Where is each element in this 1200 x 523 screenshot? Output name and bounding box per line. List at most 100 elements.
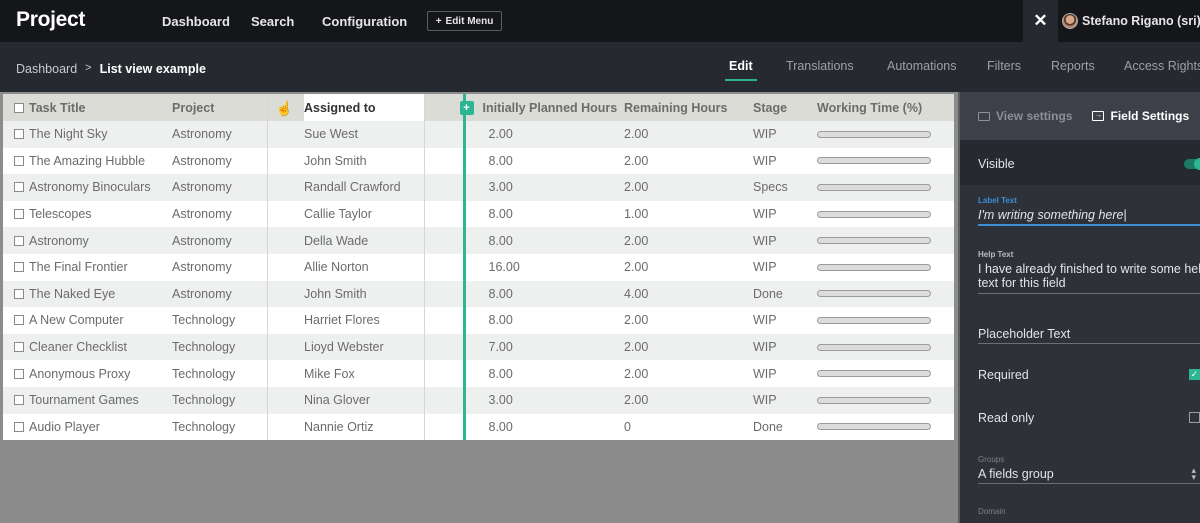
cell-task-title[interactable]: The Amazing Hubble (3, 147, 172, 175)
row-checkbox[interactable] (14, 288, 24, 299)
column-header-assigned-to[interactable]: Assigned to (304, 94, 424, 121)
breadcrumb-dashboard[interactable]: Dashboard (16, 62, 77, 76)
read-only-checkbox[interactable] (1189, 412, 1200, 423)
row-checkbox[interactable] (14, 421, 24, 432)
cell-planned-hours[interactable]: 7.00 (462, 333, 624, 361)
cell-project[interactable]: Technology (172, 333, 267, 361)
cell-project[interactable]: Technology (172, 360, 267, 387)
cell-remaining-hours[interactable]: 4.00 (624, 280, 753, 308)
row-checkbox[interactable] (14, 368, 24, 379)
cell-remaining-hours[interactable]: 2.00 (624, 307, 753, 334)
cell-stage[interactable]: WIP (753, 147, 817, 175)
cell-task-title[interactable]: Cleaner Checklist (3, 333, 172, 361)
nav-configuration-label[interactable]: Configuration (322, 14, 407, 29)
required-checkbox[interactable]: ✓ (1189, 369, 1200, 380)
cell-assigned-to[interactable]: Allie Norton (304, 253, 424, 281)
table-row[interactable]: Audio Player Technology Nannie Ortiz 8.00 0 D… (3, 413, 954, 441)
table-row[interactable]: Astronomy Binoculars Astronomy Randall Cra… (3, 174, 954, 201)
edit-menu-button[interactable]: + Edit Menu (427, 11, 502, 31)
table-row[interactable]: The Amazing Hubble Astronomy John Smith 8.0… (3, 147, 954, 175)
cell-stage[interactable]: WIP (753, 360, 817, 387)
cell-task-title[interactable]: Telescopes (3, 200, 172, 228)
cell-stage[interactable]: WIP (753, 200, 817, 228)
row-checkbox[interactable] (14, 395, 24, 406)
tab-field-settings[interactable]: → Field Settings (1092, 109, 1189, 123)
select-all-checkbox[interactable] (14, 102, 24, 113)
cell-task-title[interactable]: Anonymous Proxy (3, 360, 172, 387)
cell-task-title[interactable]: The Night Sky (3, 121, 172, 148)
cell-assigned-to[interactable]: Nannie Ortiz (304, 413, 424, 441)
help-text-field[interactable]: Help Text I have already finished to wri… (978, 250, 1200, 294)
tab-reports[interactable]: Reports (1051, 59, 1095, 73)
table-row[interactable]: Telescopes Astronomy Callie Taylor 8.00 1.00… (3, 200, 954, 228)
cell-remaining-hours[interactable]: 2.00 (624, 360, 753, 387)
row-checkbox[interactable] (14, 262, 24, 273)
cell-assigned-to[interactable]: Mike Fox (304, 360, 424, 387)
nav-search[interactable]: Search (251, 0, 294, 42)
placeholder-text-field[interactable]: Placeholder Text (978, 324, 1200, 344)
cell-project[interactable]: Astronomy (172, 280, 267, 308)
cell-stage[interactable]: Done (753, 280, 817, 308)
label-text-input[interactable]: I'm writing something here| (978, 208, 1200, 226)
column-header-project[interactable]: Project (172, 94, 267, 121)
column-header-planned-hours[interactable]: + Initially Planned Hours (459, 94, 624, 121)
cell-stage[interactable]: WIP (753, 253, 817, 281)
tab-translations[interactable]: Translations (786, 59, 854, 73)
tab-filters[interactable]: Filters (987, 59, 1021, 73)
table-row[interactable]: The Final Frontier Astronomy Allie Norton 1… (3, 253, 954, 281)
table-row[interactable]: The Night Sky Astronomy Sue West 2.00 2.00 WI… (3, 121, 954, 148)
cell-assigned-to[interactable]: Callie Taylor (304, 200, 424, 228)
app-brand[interactable]: Project (16, 8, 85, 32)
cell-stage[interactable]: WIP (753, 333, 817, 361)
column-header-remaining-hours[interactable]: Remaining Hours (624, 94, 753, 121)
cell-stage[interactable]: Specs (753, 174, 817, 201)
table-row[interactable]: Cleaner Checklist Technology Lioyd Webster… (3, 333, 954, 361)
groups-select[interactable]: Groups A fields group ▴ ▾ (978, 455, 1200, 484)
cell-assigned-to[interactable]: Sue West (304, 121, 424, 148)
cell-stage[interactable]: Done (753, 413, 817, 441)
cell-remaining-hours[interactable]: 2.00 (624, 121, 753, 148)
row-checkbox[interactable] (14, 182, 24, 193)
tab-automations[interactable]: Automations (887, 59, 956, 73)
cell-project[interactable]: Technology (172, 386, 267, 414)
cell-stage[interactable]: WIP (753, 307, 817, 334)
cell-project[interactable]: Astronomy (172, 227, 267, 254)
cell-project[interactable]: Astronomy (172, 200, 267, 228)
cell-planned-hours[interactable]: 8.00 (462, 413, 624, 441)
table-row[interactable]: Anonymous Proxy Technology Mike Fox 8.00 2.0… (3, 360, 954, 387)
cell-project[interactable]: Astronomy (172, 174, 267, 201)
row-checkbox[interactable] (14, 342, 24, 353)
cell-planned-hours[interactable]: 8.00 (462, 200, 624, 228)
placeholder-text-input[interactable]: Placeholder Text (978, 327, 1200, 344)
cell-planned-hours[interactable]: 3.00 (462, 174, 624, 201)
cell-project[interactable]: Astronomy (172, 121, 267, 148)
cell-task-title[interactable]: A New Computer (3, 307, 172, 334)
cell-planned-hours[interactable]: 3.00 (462, 386, 624, 414)
groups-select-value[interactable]: A fields group ▴ ▾ (978, 466, 1200, 484)
cell-planned-hours[interactable]: 8.00 (462, 227, 624, 254)
cell-stage[interactable]: WIP (753, 121, 817, 148)
table-row[interactable]: Astronomy Astronomy Della Wade 8.00 2.00 WIP (3, 227, 954, 254)
cell-planned-hours[interactable]: 8.00 (462, 280, 624, 308)
cell-assigned-to[interactable]: Harriet Flores (304, 307, 424, 334)
cell-remaining-hours[interactable]: 2.00 (624, 386, 753, 414)
cell-remaining-hours[interactable]: 2.00 (624, 147, 753, 175)
table-row[interactable]: A New Computer Technology Harriet Flores 8.… (3, 307, 954, 334)
cell-project[interactable]: Astronomy (172, 253, 267, 281)
cell-task-title[interactable]: Audio Player (3, 413, 172, 441)
row-checkbox[interactable] (14, 155, 24, 166)
cell-task-title[interactable]: The Naked Eye (3, 280, 172, 308)
cell-planned-hours[interactable]: 8.00 (462, 360, 624, 387)
cell-remaining-hours[interactable]: 0 (624, 413, 753, 441)
cell-assigned-to[interactable]: Della Wade (304, 227, 424, 254)
nav-configuration[interactable]: Configuration (322, 0, 407, 42)
cell-task-title[interactable]: Tournament Games (3, 386, 172, 414)
row-checkbox[interactable] (14, 129, 24, 140)
row-checkbox[interactable] (14, 235, 24, 246)
cell-project[interactable]: Technology (172, 307, 267, 334)
cell-project[interactable]: Technology (172, 413, 267, 441)
column-header-stage[interactable]: Stage (753, 94, 817, 121)
cell-remaining-hours[interactable]: 2.00 (624, 227, 753, 254)
cell-planned-hours[interactable]: 2.00 (462, 121, 624, 148)
table-row[interactable]: Tournament Games Technology Nina Glover 3.0… (3, 386, 954, 414)
